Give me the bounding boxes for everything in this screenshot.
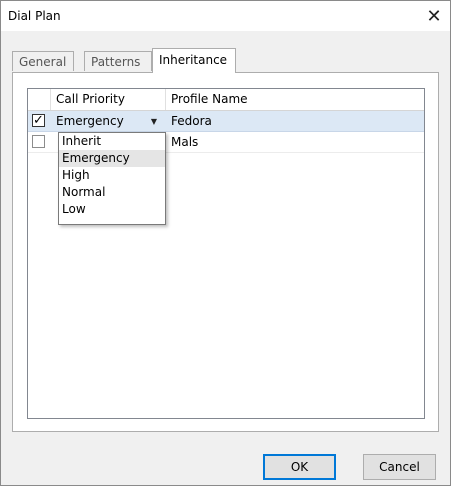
grid-header: Call Priority Profile Name (28, 89, 424, 111)
tab-inheritance[interactable]: Inheritance (152, 48, 236, 73)
call-priority-combo[interactable]: Emergency (51, 111, 146, 131)
profile-name-cell: Mals (171, 135, 199, 149)
dropdown-option[interactable]: Inherit (59, 133, 165, 150)
tab-general[interactable]: General (12, 51, 74, 71)
dropdown-option[interactable]: Low (59, 201, 165, 218)
dropdown-option[interactable]: High (59, 167, 165, 184)
window-title: Dial Plan (8, 9, 61, 23)
title-bar: Dial Plan ✕ (1, 1, 450, 31)
dial-plan-dialog: Dial Plan ✕ General Patterns Inheritance… (0, 0, 451, 486)
column-header-check (28, 89, 51, 110)
profile-name-cell: Fedora (171, 114, 212, 128)
column-header-profile-name[interactable]: Profile Name (166, 89, 424, 110)
call-priority-dropdown-list: Inherit Emergency High Normal Low (58, 132, 166, 225)
inheritance-panel: Call Priority Profile Name ✓ Emergency ▼… (12, 72, 439, 432)
chevron-down-icon[interactable]: ▼ (146, 111, 162, 131)
table-row[interactable]: ✓ Emergency ▼ Fedora (28, 111, 424, 132)
close-icon[interactable]: ✕ (418, 1, 450, 31)
column-header-call-priority[interactable]: Call Priority (51, 89, 166, 110)
row-checkbox[interactable]: ✓ (32, 114, 45, 127)
dropdown-option[interactable]: Emergency (59, 150, 165, 167)
ok-button[interactable]: OK (263, 454, 336, 480)
row-checkbox[interactable] (32, 135, 45, 148)
dropdown-option[interactable]: Normal (59, 184, 165, 201)
cancel-button[interactable]: Cancel (363, 454, 436, 480)
tab-patterns[interactable]: Patterns (84, 51, 152, 71)
